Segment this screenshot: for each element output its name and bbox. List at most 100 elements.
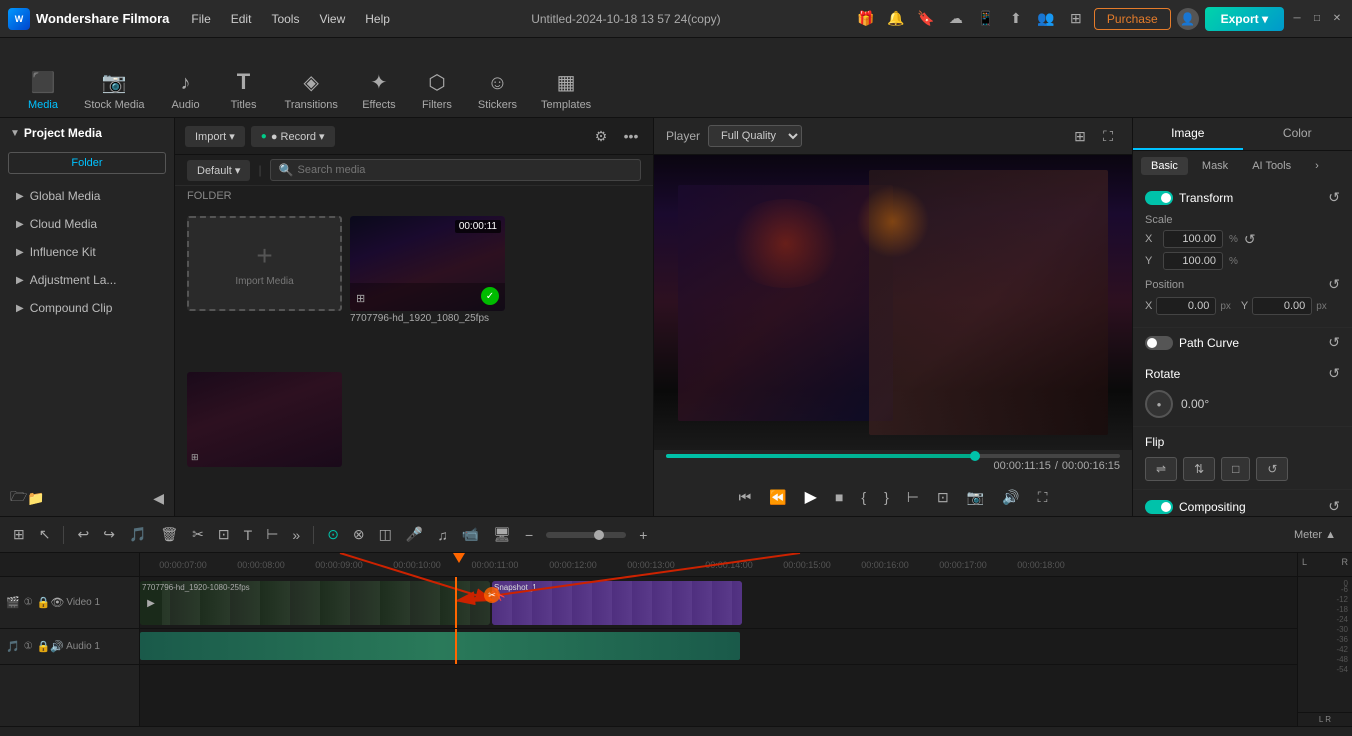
- subtab-basic[interactable]: Basic: [1141, 157, 1188, 175]
- zoom-slider[interactable]: [546, 532, 626, 538]
- tl-screen[interactable]: 🖥: [488, 524, 516, 545]
- add-folder-icon[interactable]: 🗁: [10, 486, 27, 510]
- flip-both-button[interactable]: □: [1221, 457, 1250, 481]
- grid-icon[interactable]: ⊞: [1064, 7, 1088, 31]
- import-button[interactable]: Import ▾: [185, 126, 245, 147]
- maximize-button[interactable]: □: [1310, 12, 1324, 26]
- progress-handle[interactable]: [970, 451, 980, 461]
- scale-btn[interactable]: ⊢: [261, 524, 283, 545]
- rotate-dial[interactable]: ●: [1145, 390, 1173, 418]
- audio-button[interactable]: 🔊: [996, 486, 1025, 509]
- add-marker-button[interactable]: ⊢: [901, 486, 925, 509]
- tl-zoom-in[interactable]: +: [634, 525, 652, 545]
- timeline-hscroll[interactable]: [0, 726, 1352, 736]
- toolbar-templates[interactable]: ▦ Templates: [531, 64, 601, 117]
- timeline-tool2[interactable]: ↖: [34, 524, 56, 545]
- menu-tools[interactable]: Tools: [263, 8, 307, 30]
- filter-icon[interactable]: ⚙: [589, 124, 613, 148]
- close-button[interactable]: ✕: [1330, 12, 1344, 26]
- lock-video-track[interactable]: 🔒: [37, 596, 51, 609]
- search-input[interactable]: [298, 164, 632, 176]
- export-button[interactable]: Export ▾: [1205, 7, 1284, 31]
- undo-button[interactable]: ↩: [72, 524, 94, 545]
- quality-select[interactable]: Full Quality: [708, 125, 802, 147]
- toolbar-filters[interactable]: ⬡ Filters: [410, 64, 464, 117]
- subtab-more[interactable]: ›: [1305, 157, 1329, 175]
- grid2-icon[interactable]: ⊞: [1068, 124, 1092, 148]
- progress-bar[interactable]: [666, 454, 1120, 458]
- menu-help[interactable]: Help: [357, 8, 398, 30]
- flip-h-button[interactable]: ⇌: [1145, 457, 1177, 481]
- snapshot-button[interactable]: 📷: [961, 486, 990, 509]
- compositing-reset-icon[interactable]: ↺: [1328, 498, 1340, 515]
- compositing-toggle[interactable]: [1145, 500, 1173, 514]
- main-video-clip[interactable]: 7707796-hd_1920-1080-25fps ▶: [140, 581, 490, 625]
- fullscreen2-button[interactable]: ⛶: [1032, 486, 1054, 509]
- tl-magnet[interactable]: ⊗: [348, 524, 370, 545]
- step-back-button[interactable]: ⏪: [763, 486, 792, 509]
- tab-image[interactable]: Image: [1133, 118, 1243, 150]
- rotate-reset-icon[interactable]: ↺: [1328, 365, 1340, 382]
- collapse-icon[interactable]: ◀: [153, 490, 164, 507]
- mark-in-button[interactable]: {: [855, 486, 872, 508]
- notification-icon[interactable]: 🔔: [884, 7, 908, 31]
- fullscreen-icon[interactable]: ⛶: [1096, 124, 1120, 148]
- tl-zoom-out[interactable]: −: [520, 525, 538, 545]
- subtab-ai[interactable]: AI Tools: [1242, 157, 1301, 175]
- new-folder-icon[interactable]: 📁: [27, 490, 44, 507]
- toolbar-audio[interactable]: ♪ Audio: [159, 66, 213, 117]
- path-curve-reset-icon[interactable]: ↺: [1328, 334, 1340, 351]
- folder-button[interactable]: Folder: [8, 152, 166, 174]
- toolbar-media[interactable]: ⬛ Media: [16, 64, 70, 117]
- position-reset-icon[interactable]: ↺: [1328, 276, 1340, 293]
- media-item-1[interactable]: 00:00:11 ⊞ ✓ 7707796-hd_1920_1080_25fps: [350, 216, 505, 364]
- mute-video-track[interactable]: 👁: [50, 596, 64, 609]
- text-btn[interactable]: T: [239, 525, 258, 545]
- sidebar-item-compound[interactable]: ▶ Compound Clip: [4, 295, 170, 321]
- media-item-2[interactable]: ⊞: [187, 372, 342, 507]
- mute-audio-track[interactable]: 🔊: [50, 640, 64, 653]
- delete-button[interactable]: 🗑: [155, 524, 183, 545]
- video-thumb-1[interactable]: 00:00:11 ⊞ ✓: [350, 216, 505, 311]
- flip-reset-button[interactable]: ↺: [1256, 457, 1288, 481]
- tl-snap[interactable]: ⊙: [322, 524, 344, 545]
- flip-v-button[interactable]: ⇅: [1183, 457, 1215, 481]
- tab-color[interactable]: Color: [1243, 118, 1352, 150]
- crop-btn[interactable]: ⊡: [213, 524, 235, 545]
- purchase-button[interactable]: Purchase: [1094, 8, 1171, 30]
- tl-video[interactable]: 📹: [457, 524, 484, 545]
- menu-file[interactable]: File: [183, 8, 218, 30]
- upload-icon[interactable]: ⬆: [1004, 7, 1028, 31]
- toolbar-effects[interactable]: ✦ Effects: [352, 64, 406, 117]
- cut-button[interactable]: ✂: [187, 524, 209, 545]
- redo-button[interactable]: ↪: [98, 524, 120, 545]
- cloud-icon[interactable]: ☁: [944, 7, 968, 31]
- minimize-button[interactable]: ─: [1290, 12, 1304, 26]
- transform-toggle[interactable]: [1145, 191, 1173, 205]
- position-y-input[interactable]: 0.00: [1252, 297, 1312, 315]
- more-options-icon[interactable]: •••: [619, 124, 643, 148]
- default-folder-button[interactable]: Default ▾: [187, 160, 250, 181]
- path-curve-toggle[interactable]: [1145, 336, 1173, 350]
- gift-icon[interactable]: 🎁: [854, 7, 878, 31]
- scale-x-input[interactable]: 100.00: [1163, 230, 1223, 248]
- avatar-icon[interactable]: 👤: [1177, 8, 1199, 30]
- more-btn[interactable]: »: [287, 525, 305, 545]
- sidebar-item-global[interactable]: ▶ Global Media: [4, 183, 170, 209]
- phone-icon[interactable]: 📱: [974, 7, 998, 31]
- media-search-bar[interactable]: 🔍: [270, 159, 641, 181]
- audio-clip[interactable]: [140, 632, 740, 660]
- menu-edit[interactable]: Edit: [223, 8, 260, 30]
- sidebar-item-cloud[interactable]: ▶ Cloud Media: [4, 211, 170, 237]
- mark-out-button[interactable]: }: [878, 486, 895, 508]
- tl-music[interactable]: ♫: [432, 525, 453, 545]
- tl-marker[interactable]: ◫: [374, 524, 397, 545]
- record-button[interactable]: ● ● Record ▾: [251, 126, 335, 147]
- video-thumb-2[interactable]: ⊞: [187, 372, 342, 467]
- stop-button[interactable]: ■: [829, 486, 849, 508]
- toolbar-titles[interactable]: T Titles: [217, 63, 271, 117]
- scale-x-reset[interactable]: ↺: [1244, 231, 1256, 248]
- zoom-handle[interactable]: [594, 530, 604, 540]
- sidebar-item-influence[interactable]: ▶ Influence Kit: [4, 239, 170, 265]
- meter-label[interactable]: Meter ▲: [1294, 529, 1336, 541]
